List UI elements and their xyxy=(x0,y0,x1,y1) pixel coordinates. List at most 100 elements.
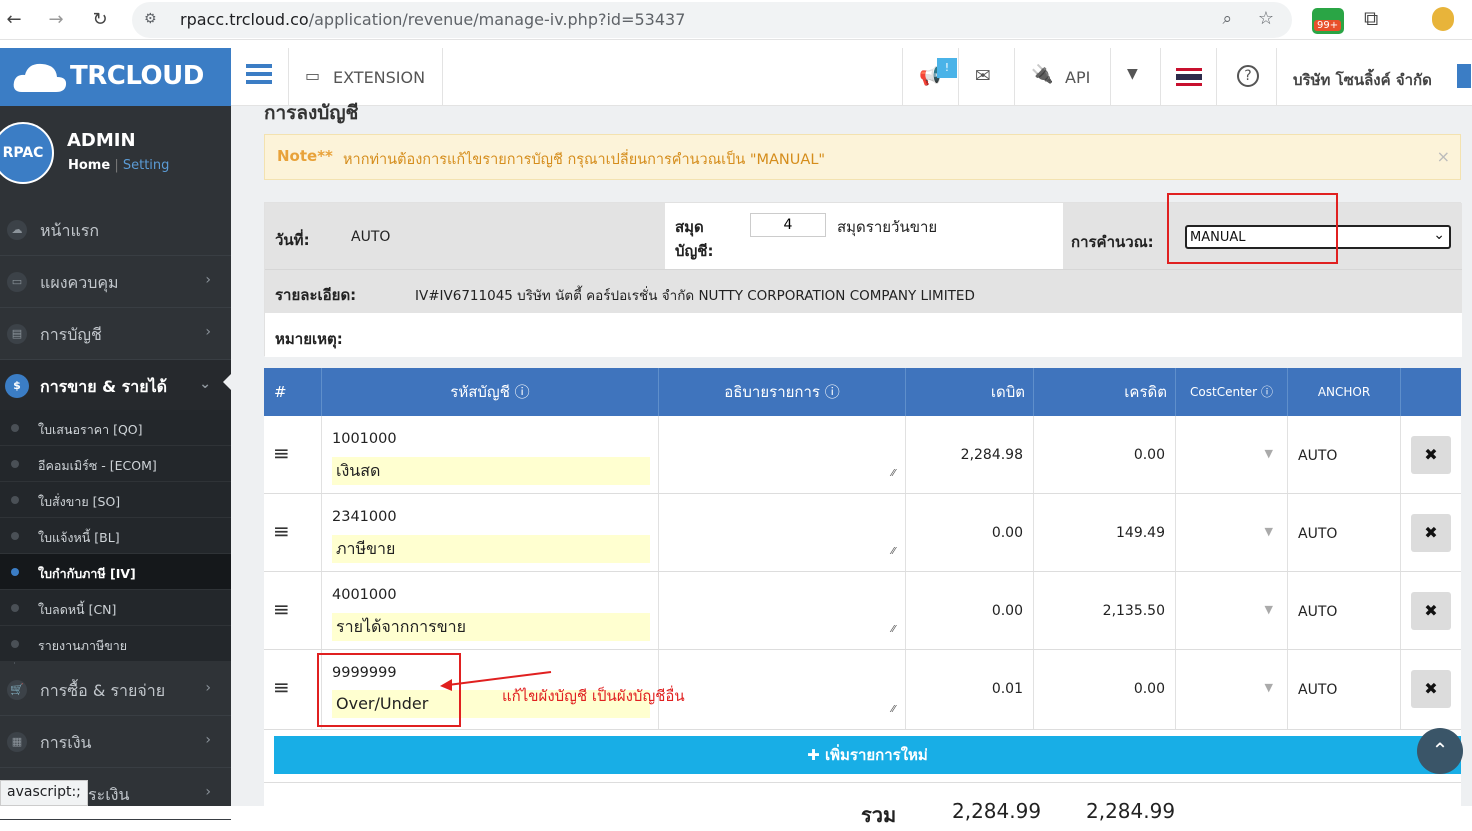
costcenter-select[interactable]: ▼ xyxy=(1176,650,1288,729)
language-button[interactable] xyxy=(1160,48,1216,106)
sidebar-subitem-label: ใบสั่งขาย [SO] xyxy=(38,494,121,509)
drag-handle-icon[interactable]: ≡ xyxy=(273,519,290,543)
announcement-button[interactable]: 📢 ! xyxy=(902,48,958,106)
sidebar-subitem-label: ใบกำกับภาษี [IV] xyxy=(38,566,136,581)
drag-handle-icon[interactable]: ≡ xyxy=(273,675,290,699)
description-input[interactable]: ⁄⁄ xyxy=(659,494,906,571)
description-input[interactable]: ⁄⁄ xyxy=(659,650,906,729)
delete-row-button[interactable]: ✖ xyxy=(1411,514,1451,552)
hamburger-menu-icon[interactable] xyxy=(246,64,272,86)
bookmark-star-icon[interactable]: ☆ xyxy=(1258,8,1274,29)
logo[interactable]: TRCLOUD xyxy=(0,48,231,106)
costcenter-select[interactable]: ▼ xyxy=(1176,416,1288,493)
address-bar[interactable]: ⚙ rpacc.trcloud.co/application/revenue/m… xyxy=(132,2,1292,38)
sidebar-subitem-qo[interactable]: ใบเสนอราคา [QO] xyxy=(0,410,231,446)
help-button[interactable]: ? xyxy=(1216,48,1276,106)
account-name-input[interactable]: ภาษีขาย xyxy=(332,535,650,563)
setting-link[interactable]: Setting xyxy=(123,158,170,173)
add-row-button[interactable]: ✚ เพิ่มรายการใหม่ xyxy=(274,736,1461,774)
sidebar-item-finance[interactable]: ▦ การเงิน › xyxy=(0,716,231,768)
extensions-puzzle-icon[interactable]: ⧉ xyxy=(1364,6,1378,30)
detail-value: IV#IV6711045 บริษัท นัตตี้ คอร์ปอเรชั่น … xyxy=(415,288,975,304)
delete-row-button[interactable]: ✖ xyxy=(1411,670,1451,708)
back-icon[interactable]: ← xyxy=(0,6,28,34)
costcenter-select[interactable]: ▼ xyxy=(1176,572,1288,649)
drag-handle-icon[interactable]: ≡ xyxy=(273,597,290,621)
sidebar-subitem-bl[interactable]: ใบแจ้งหนี้ [BL] xyxy=(0,518,231,554)
col-account-label: รหัสบัญชี xyxy=(450,383,510,401)
chevron-right-icon: › xyxy=(205,784,211,800)
forward-icon[interactable]: → xyxy=(42,6,70,34)
credit-value[interactable]: 149.49 xyxy=(1116,525,1165,541)
status-tooltip: avascript:; xyxy=(0,780,88,806)
caret-down-icon: ▼ xyxy=(1264,447,1273,460)
book-icon: ▤ xyxy=(7,324,27,344)
debit-value[interactable]: 2,284.98 xyxy=(961,447,1023,463)
info-icon[interactable]: ⓘ xyxy=(1261,385,1273,399)
info-icon[interactable]: ⓘ xyxy=(825,383,840,401)
resize-icon: ⁄⁄ xyxy=(891,624,895,635)
sidebar-item-sales[interactable]: $ การขาย & รายได้ ⌄ xyxy=(0,360,231,412)
col-desc: อธิบายรายการ ⓘ xyxy=(659,368,906,416)
sidebar-subitem-cn[interactable]: ใบลดหนี้ [CN] xyxy=(0,590,231,626)
credit-value[interactable]: 0.00 xyxy=(1134,447,1165,463)
logo-text: TRCLOUD xyxy=(70,61,204,91)
sidebar-item-home[interactable]: ☁ หน้าแรก xyxy=(0,204,231,256)
credit-value[interactable]: 2,135.50 xyxy=(1103,603,1165,619)
sidebar-subitem-label: ใบเสนอราคา [QO] xyxy=(38,422,143,437)
total-label: รวม xyxy=(861,803,897,827)
zoom-icon[interactable]: ⌕ xyxy=(1222,9,1232,29)
sidebar-item-dashboard[interactable]: ▭ แผงควบคุม › xyxy=(0,256,231,308)
book-number-input[interactable]: 4 xyxy=(750,213,826,237)
home-link[interactable]: Home xyxy=(68,158,110,173)
credit-value[interactable]: 0.00 xyxy=(1134,681,1165,697)
company-switcher[interactable]: บริษัท โซนลิ้งค์ จำกัด xyxy=(1276,48,1472,106)
delete-row-button[interactable]: ✖ xyxy=(1411,436,1451,474)
sidebar-subitem-iv[interactable]: ใบกำกับภาษี [IV] xyxy=(0,554,231,590)
delete-row-button[interactable]: ✖ xyxy=(1411,592,1451,630)
description-input[interactable]: ⁄⁄ xyxy=(659,572,906,649)
site-info-icon[interactable]: ⚙ xyxy=(144,11,157,27)
form-row-2: รายละเอียด: IV#IV6711045 บริษัท นัตตี้ ค… xyxy=(265,269,1462,313)
sidebar-item-label: การซื้อ & รายจ่าย xyxy=(40,681,166,700)
add-row-label: เพิ่มรายการใหม่ xyxy=(824,746,928,764)
sidebar-item-purchase[interactable]: 🛒 การซื้อ & รายจ่าย › xyxy=(0,664,231,716)
debit-value[interactable]: 0.00 xyxy=(992,603,1023,619)
resize-icon: ⁄⁄ xyxy=(891,704,895,715)
col-costcenter: CostCenter ⓘ xyxy=(1176,368,1288,416)
chevron-right-icon: › xyxy=(205,272,211,288)
sidebar-subitem-ecom[interactable]: อีคอมเมิร์ซ - [ECOM] xyxy=(0,446,231,482)
debit-value[interactable]: 0.01 xyxy=(992,681,1023,697)
debit-value[interactable]: 0.00 xyxy=(992,525,1023,541)
cloud-icon xyxy=(13,63,67,92)
bullet-icon xyxy=(11,640,19,648)
account-name-input[interactable]: เงินสด xyxy=(332,457,650,485)
avatar[interactable]: RPAC xyxy=(0,122,54,184)
costcenter-select[interactable]: ▼ xyxy=(1176,494,1288,571)
close-icon[interactable]: × xyxy=(1437,147,1450,166)
caret-down-icon: ▼ xyxy=(1264,525,1273,538)
account-name-input[interactable]: รายได้จากการขาย xyxy=(332,613,650,641)
reload-icon[interactable]: ↻ xyxy=(86,6,114,34)
scroll-top-button[interactable]: ⌃ xyxy=(1417,728,1463,774)
mail-button[interactable]: ✉ xyxy=(958,48,1014,106)
table-row: ≡ 4001000 รายได้จากการขาย ⁄⁄ 0.00 2,135.… xyxy=(264,572,1461,650)
extension-icon[interactable]: 99+ xyxy=(1312,8,1344,34)
company-name: บริษัท โซนลิ้งค์ จำกัด xyxy=(1293,71,1432,89)
thai-flag-icon xyxy=(1176,68,1202,86)
chevron-right-icon: › xyxy=(205,732,211,748)
dropdown-button[interactable]: ▼ xyxy=(1110,48,1160,106)
calendar-icon: ▦ xyxy=(7,732,27,752)
profile-avatar-icon[interactable] xyxy=(1432,7,1454,31)
sidebar-item-label: การขาย & รายได้ xyxy=(40,377,168,396)
sidebar-subitem-vat-report[interactable]: รายงานภาษีขาย xyxy=(0,626,231,662)
sidebar-subitem-so[interactable]: ใบสั่งขาย [SO] xyxy=(0,482,231,518)
sidebar-item-accounting[interactable]: ▤ การบัญชี › xyxy=(0,308,231,360)
browser-toolbar: ← → ↻ ⚙ rpacc.trcloud.co/application/rev… xyxy=(0,0,1472,40)
drag-handle-icon[interactable]: ≡ xyxy=(273,441,290,465)
description-input[interactable]: ⁄⁄ xyxy=(659,416,906,493)
plus-icon: ✚ xyxy=(807,746,820,764)
api-button[interactable]: 🔌 API xyxy=(1014,48,1110,106)
sidebar: RPAC ADMIN Home | Setting ☁ หน้าแรก ▭ แผงค… xyxy=(0,106,231,820)
info-icon[interactable]: ⓘ xyxy=(515,383,530,401)
